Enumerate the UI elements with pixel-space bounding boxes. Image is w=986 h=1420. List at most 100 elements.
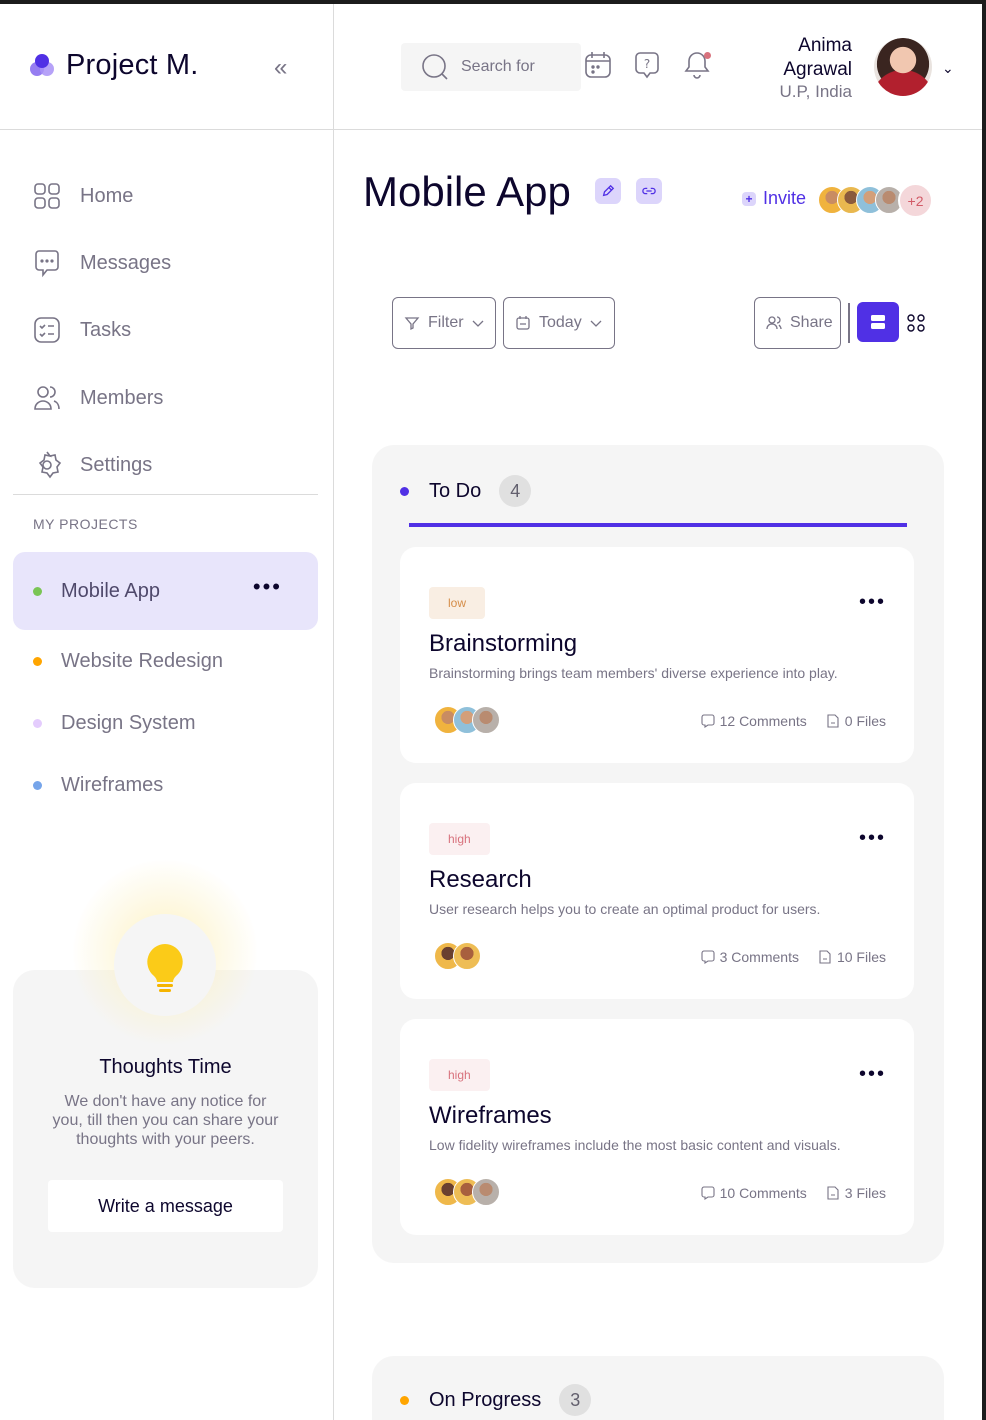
task-description: Brainstorming brings team members' diver… bbox=[429, 665, 838, 681]
project-item-mobile-app[interactable]: Mobile App ••• bbox=[13, 552, 318, 630]
task-card[interactable]: high ••• Research User research helps yo… bbox=[400, 783, 914, 999]
user-first-name: Anima bbox=[798, 35, 852, 56]
column-color-dot bbox=[400, 486, 409, 496]
project-color-dot bbox=[33, 718, 42, 728]
column-title: On Progress bbox=[429, 1388, 542, 1411]
thoughts-text: We don't have any notice for you, till t… bbox=[52, 1093, 279, 1148]
chevron-down-icon bbox=[590, 320, 602, 327]
sidebar-item-tasks[interactable]: Tasks bbox=[32, 310, 131, 350]
more-options-icon[interactable]: ••• bbox=[859, 591, 886, 614]
edit-title-button[interactable] bbox=[595, 178, 621, 204]
more-options-icon[interactable]: ••• bbox=[253, 574, 282, 600]
column-header: On Progress 3 bbox=[400, 1384, 592, 1416]
sidebar-item-members[interactable]: Members bbox=[32, 378, 163, 418]
chevron-down-icon bbox=[472, 320, 484, 327]
members-icon bbox=[34, 386, 60, 410]
window-right-border bbox=[982, 0, 986, 1420]
invite-label: Invite bbox=[763, 188, 807, 208]
priority-badge: high bbox=[429, 823, 490, 855]
task-card[interactable]: low ••• Brainstorming Brainstorming brin… bbox=[400, 547, 914, 763]
lightbulb-icon bbox=[147, 944, 183, 992]
user-info[interactable]: Anima Agrawal U.P, India bbox=[744, 34, 852, 102]
toolbar-separator bbox=[848, 303, 850, 343]
project-color-dot bbox=[33, 780, 42, 790]
project-color-dot bbox=[33, 656, 42, 666]
task-meta: 10 Comments 3 Files bbox=[701, 1185, 886, 1201]
share-label: Share bbox=[790, 314, 833, 331]
project-label: Mobile App bbox=[61, 579, 160, 602]
share-button[interactable]: Share bbox=[754, 297, 841, 349]
chevron-down-icon[interactable]: ⌄ bbox=[942, 60, 954, 77]
calendar-icon bbox=[516, 316, 530, 330]
avatar bbox=[472, 1178, 500, 1206]
task-title: Brainstorming bbox=[429, 630, 578, 657]
board-view-button[interactable] bbox=[857, 302, 899, 342]
filter-label: Filter bbox=[428, 314, 464, 331]
date-filter-button[interactable]: Today bbox=[503, 297, 615, 349]
project-item-wireframes[interactable]: Wireframes bbox=[13, 746, 318, 824]
project-label: Website Redesign bbox=[61, 649, 223, 672]
sidebar-item-label: Tasks bbox=[80, 318, 132, 341]
filter-button[interactable]: Filter bbox=[392, 297, 496, 349]
project-label: Design System bbox=[61, 711, 196, 734]
svg-text:?: ? bbox=[644, 57, 650, 71]
page-title: Mobile App bbox=[363, 168, 571, 215]
column-count: 3 bbox=[559, 1384, 592, 1416]
more-options-icon[interactable]: ••• bbox=[859, 827, 886, 850]
search-input[interactable] bbox=[461, 58, 571, 76]
copy-link-button[interactable] bbox=[636, 178, 662, 204]
share-people-icon bbox=[766, 316, 782, 330]
invite-button[interactable]: + Invite bbox=[742, 188, 806, 209]
avatar bbox=[453, 942, 481, 970]
project-color-dot bbox=[33, 586, 42, 596]
sidebar-item-label: Members bbox=[80, 386, 164, 409]
search-icon bbox=[422, 54, 448, 80]
column-color-dot bbox=[400, 1395, 409, 1405]
comments-count: 10 Comments bbox=[719, 1185, 807, 1201]
file-icon bbox=[819, 950, 831, 964]
user-last-name: Agrawal bbox=[783, 59, 852, 80]
column-todo: To Do 4 low ••• Brainstorming Brainstorm… bbox=[372, 445, 944, 1263]
files-count: 0 Files bbox=[844, 713, 886, 729]
column-header: To Do 4 bbox=[400, 475, 532, 507]
filter-icon bbox=[404, 317, 420, 331]
list-view-icon bbox=[871, 315, 885, 329]
sidebar-item-label: Home bbox=[80, 184, 134, 207]
top-header: ? Anima Agrawal U.P, India ⌄ bbox=[334, 4, 982, 130]
calendar-icon[interactable] bbox=[583, 50, 613, 80]
brand-bar: Project M. « bbox=[0, 4, 333, 130]
file-icon bbox=[827, 1186, 839, 1200]
write-message-button[interactable]: Write a message bbox=[48, 1180, 283, 1232]
collapse-sidebar-icon[interactable]: « bbox=[274, 54, 287, 82]
avatar[interactable] bbox=[874, 38, 932, 96]
help-icon[interactable]: ? bbox=[632, 50, 662, 80]
task-meta: 12 Comments 0 Files bbox=[701, 713, 886, 729]
sidebar-item-label: Messages bbox=[80, 251, 172, 274]
logo-icon bbox=[30, 54, 56, 80]
search-box[interactable] bbox=[401, 43, 581, 91]
more-options-icon[interactable]: ••• bbox=[859, 1063, 886, 1086]
comment-icon bbox=[701, 1186, 715, 1200]
user-location: U.P, India bbox=[779, 82, 852, 101]
column-accent-line bbox=[409, 523, 907, 527]
today-label: Today bbox=[539, 314, 582, 331]
comment-icon bbox=[701, 714, 715, 728]
column-count: 4 bbox=[499, 475, 532, 507]
grid-view-icon[interactable] bbox=[906, 313, 926, 333]
grid-icon bbox=[34, 183, 60, 209]
comments-count: 12 Comments bbox=[719, 713, 807, 729]
link-icon bbox=[642, 187, 656, 195]
thoughts-card: Thoughts Time We don't have any notice f… bbox=[13, 860, 318, 1288]
sidebar-item-settings[interactable]: Settings bbox=[32, 445, 152, 485]
files-count: 10 Files bbox=[836, 949, 886, 965]
task-description: Low fidelity wireframes include the most… bbox=[429, 1137, 841, 1153]
priority-badge: high bbox=[429, 1059, 490, 1091]
pencil-icon bbox=[602, 184, 615, 197]
sidebar-item-messages[interactable]: Messages bbox=[32, 243, 171, 283]
task-icon bbox=[34, 317, 60, 343]
task-card[interactable]: high ••• Wireframes Low fidelity wirefra… bbox=[400, 1019, 914, 1235]
priority-badge: low bbox=[429, 587, 486, 619]
sidebar-item-home[interactable]: Home bbox=[32, 176, 133, 216]
avatar bbox=[472, 706, 500, 734]
task-title: Research bbox=[429, 866, 532, 893]
